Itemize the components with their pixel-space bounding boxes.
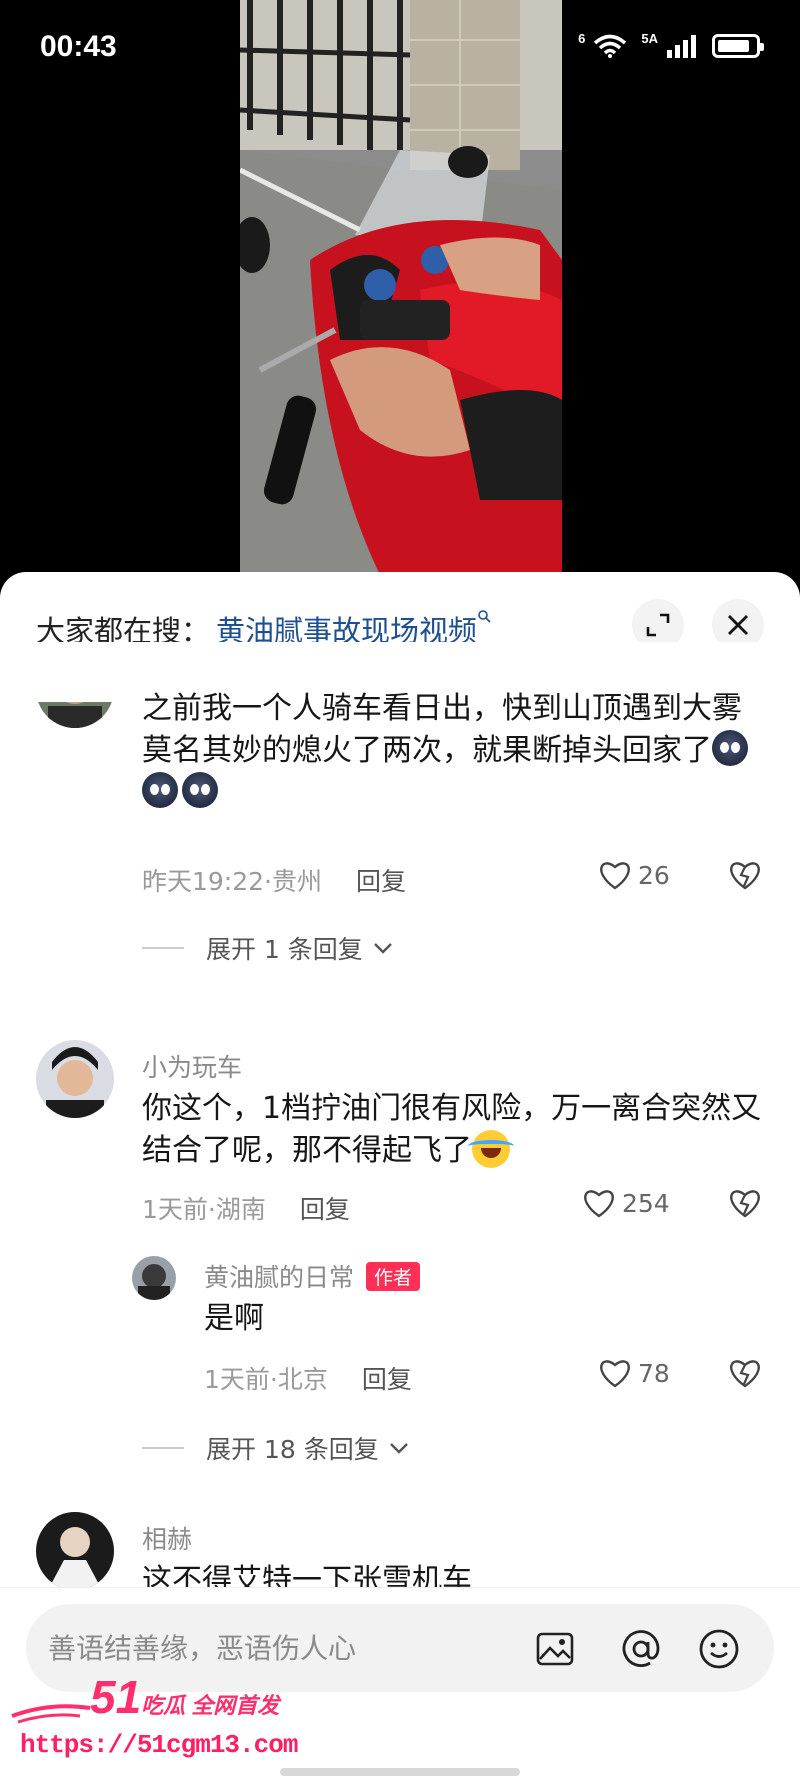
dislike-icon: [730, 862, 760, 890]
mention-button[interactable]: [618, 1626, 664, 1672]
expand-replies-label: 展开 1 条回复: [206, 935, 363, 964]
dislike-icon: [730, 1190, 760, 1218]
emoji-button[interactable]: [696, 1626, 742, 1672]
reply-author: 黄油腻的日常 作者: [204, 1258, 421, 1294]
comment-meta: 1天前·湖南 回复: [142, 1190, 350, 1226]
watermark-brand-text: 吃瓜 全网首发: [141, 1693, 280, 1718]
watermark-brand: 51吃瓜 全网首发: [90, 1670, 279, 1724]
reply-button[interactable]: 回复: [362, 1365, 412, 1394]
like-button[interactable]: 254: [582, 1188, 670, 1218]
sleepy-emoji-icon: [182, 772, 218, 808]
like-button[interactable]: 26: [598, 860, 670, 890]
chevron-down-icon: [389, 1443, 408, 1454]
reply-meta: 1天前·北京 回复: [204, 1360, 412, 1396]
signal-label: 5A: [641, 30, 658, 46]
image-icon: [536, 1632, 574, 1666]
comment-item: 之前我一个人骑车看日出，快到山顶遇到大雾莫名其妙的熄火了两次，就果断掉头回家了 …: [0, 642, 800, 972]
comment-time-location: 昨天19:22·贵州: [142, 867, 322, 896]
reply-author-name[interactable]: 黄油腻的日常: [204, 1263, 354, 1292]
heart-icon: [600, 862, 630, 890]
watermark-brand-number: 51: [90, 1671, 142, 1723]
laugh-cry-emoji-icon: [468, 1130, 514, 1168]
watermark-url: https://51cgm13.com: [20, 1730, 298, 1760]
author-badge: 作者: [366, 1262, 421, 1291]
battery-level: [718, 40, 749, 52]
avatar[interactable]: [36, 1040, 114, 1118]
reply-avatar[interactable]: [132, 1256, 176, 1300]
comment-text: 你这个，1档拧油门很有风险，万一离合突然又结合了呢，那不得起飞了: [142, 1088, 762, 1172]
heart-icon: [584, 1190, 614, 1218]
site-watermark: 51吃瓜 全网首发 https://51cgm13.com: [10, 1670, 310, 1780]
status-time: 00:43: [40, 30, 117, 63]
like-count: 254: [622, 1188, 670, 1218]
status-icons: 6 5A: [578, 30, 764, 58]
dislike-button[interactable]: [728, 860, 762, 894]
at-icon: [622, 1630, 660, 1667]
dislike-icon: [730, 1360, 760, 1388]
dislike-button[interactable]: [728, 1358, 762, 1392]
like-count: 78: [638, 1358, 670, 1388]
signal-icon: [667, 35, 696, 58]
expand-icon: [646, 613, 670, 637]
status-bar: 00:43 6 5A: [0, 0, 800, 100]
dislike-button[interactable]: [728, 1188, 762, 1222]
search-icon[interactable]: [477, 608, 491, 627]
watermark-logo-icon: [11, 1704, 91, 1724]
close-icon: [728, 615, 748, 635]
expand-replies-button[interactable]: 展开 1 条回复: [142, 930, 393, 966]
like-button[interactable]: 78: [598, 1358, 670, 1388]
image-button[interactable]: [532, 1626, 578, 1672]
avatar[interactable]: [36, 1512, 114, 1590]
like-count: 26: [638, 860, 670, 890]
expand-divider: [142, 1447, 184, 1449]
chevron-down-icon: [373, 943, 392, 954]
expand-replies-button[interactable]: 展开 18 条回复: [142, 1430, 409, 1466]
sleepy-emoji-icon: [712, 730, 748, 766]
expand-divider: [142, 947, 184, 949]
reply-text: 是啊: [204, 1301, 264, 1336]
comment-author[interactable]: 小为玩车: [142, 1048, 242, 1084]
emoji-icon: [699, 1629, 739, 1669]
home-indicator[interactable]: [280, 1768, 520, 1776]
expand-replies-label: 展开 18 条回复: [206, 1435, 379, 1464]
sleepy-emoji-icon: [142, 772, 178, 808]
reply-button[interactable]: 回复: [300, 1195, 350, 1224]
comment-author[interactable]: 相赫: [142, 1520, 192, 1556]
comment-item: 小为玩车 你这个，1档拧油门很有风险，万一离合突然又结合了呢，那不得起飞了 1天…: [0, 1040, 800, 1464]
comment-text-content: 之前我一个人骑车看日出，快到山顶遇到大雾莫名其妙的熄火了两次，就果断掉头回家了: [142, 691, 742, 768]
reply-time-location: 1天前·北京: [204, 1365, 328, 1394]
comment-text: 之前我一个人骑车看日出，快到山顶遇到大雾莫名其妙的熄火了两次，就果断掉头回家了: [142, 688, 757, 814]
wifi-icon: [594, 34, 627, 58]
comment-time-location: 1天前·湖南: [142, 1195, 266, 1224]
comment-meta: 昨天19:22·贵州 回复: [142, 862, 406, 898]
battery-icon: [712, 34, 764, 58]
wifi-label: 6: [578, 30, 586, 46]
heart-icon: [600, 1360, 630, 1388]
reply-button[interactable]: 回复: [356, 867, 406, 896]
comment-text-content: 你这个，1档拧油门很有风险，万一离合突然又结合了呢，那不得起飞了: [142, 1091, 762, 1168]
comment-input[interactable]: [48, 1624, 488, 1672]
